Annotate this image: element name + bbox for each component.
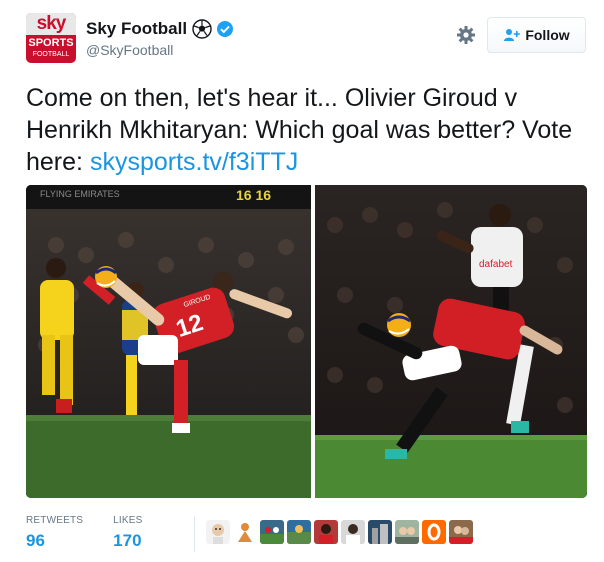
liker-avatar[interactable]: [341, 520, 365, 544]
likes-stat[interactable]: LIKES 170: [113, 515, 142, 551]
stats-divider: [194, 516, 195, 552]
tweet-stats: RETWEETS 96 LIKES 170: [26, 515, 173, 551]
display-name[interactable]: Sky Football: [86, 19, 187, 39]
shirt-sponsor: dafabet: [479, 259, 513, 270]
avatar-logo-sky: sky: [26, 13, 76, 35]
tweet-text: Come on then, let's hear it... Olivier G…: [26, 82, 582, 178]
retweets-stat[interactable]: RETWEETS 96: [26, 515, 83, 551]
tweet-link[interactable]: skysports.tv/f3iTTJ: [90, 148, 298, 176]
liker-avatar[interactable]: [422, 520, 446, 544]
tweet-header: sky SPORTS FOOTBALL Sky Football @SkyFoo…: [26, 13, 586, 65]
liker-avatar[interactable]: [287, 520, 311, 544]
liker-avatar[interactable]: [314, 520, 338, 544]
liker-avatar[interactable]: [206, 520, 230, 544]
tweet-media[interactable]: FLYING EMIRATES 16 16 12 GIROUD dafabet: [26, 185, 587, 498]
soccer-ball-icon: [192, 19, 212, 39]
avatar[interactable]: sky SPORTS FOOTBALL: [26, 13, 76, 63]
retweets-label: RETWEETS: [26, 515, 84, 526]
gear-icon[interactable]: [456, 25, 476, 45]
likes-label: LIKES: [113, 515, 143, 526]
liker-avatar[interactable]: [260, 520, 284, 544]
add-user-icon: [503, 28, 521, 42]
liker-avatars: [206, 520, 476, 544]
handle[interactable]: @SkyFootball: [86, 42, 234, 58]
follow-button-label: Follow: [525, 27, 570, 43]
photo-giroud-goal[interactable]: FLYING EMIRATES 16 16 12 GIROUD: [26, 185, 311, 498]
liker-avatar[interactable]: [449, 520, 473, 544]
verified-badge-icon: [216, 20, 234, 38]
avatar-logo-sports: SPORTS: [28, 37, 74, 49]
scoreboard: 16 16: [236, 187, 271, 203]
liker-avatar[interactable]: [368, 520, 392, 544]
follow-button[interactable]: Follow: [487, 17, 586, 53]
account-names: Sky Football @SkyFootball: [86, 18, 234, 58]
liker-avatar[interactable]: [233, 520, 257, 544]
retweets-count: 96: [26, 531, 45, 550]
svg-text:FLYING EMIRATES: FLYING EMIRATES: [40, 189, 120, 199]
photo-mkhitaryan-goal[interactable]: dafabet: [315, 185, 587, 498]
avatar-logo-football: FOOTBALL: [32, 51, 70, 58]
likes-count: 170: [113, 531, 142, 550]
liker-avatar[interactable]: [395, 520, 419, 544]
